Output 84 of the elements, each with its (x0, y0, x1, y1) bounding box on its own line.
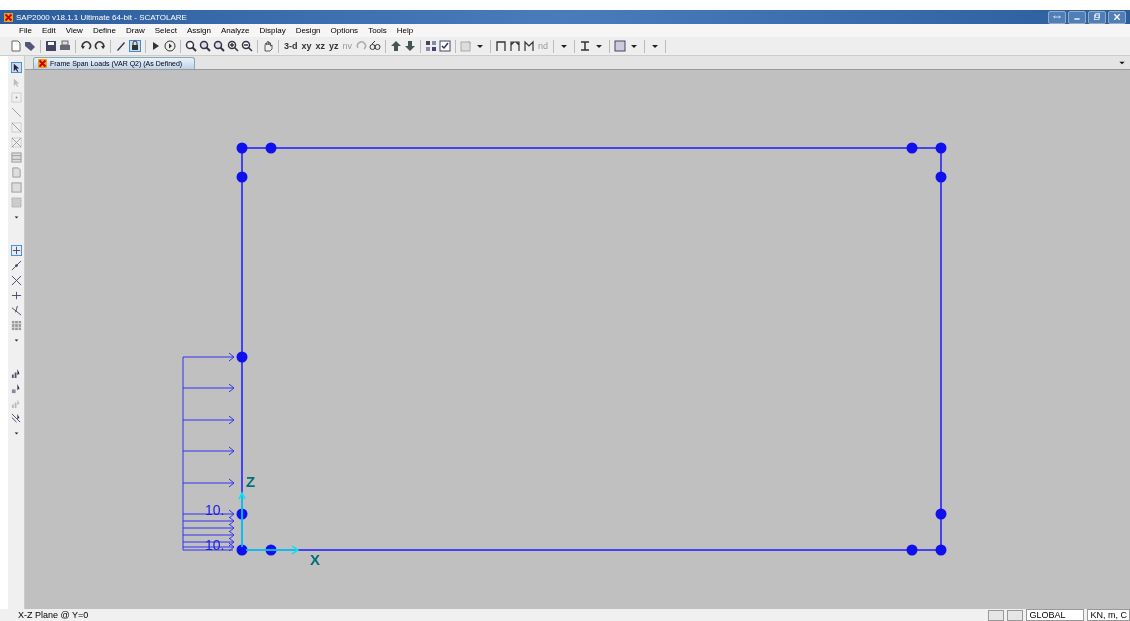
joint[interactable] (906, 142, 918, 154)
truss-frame-icon[interactable] (509, 40, 522, 52)
x-axis-arrow (245, 545, 300, 555)
joint[interactable] (935, 142, 947, 154)
menu-item[interactable]: Edit (36, 26, 61, 35)
glasses-icon[interactable] (369, 40, 382, 52)
dotted-box-icon[interactable] (10, 197, 22, 208)
i-beam-icon[interactable] (579, 40, 592, 52)
menu-item[interactable]: Display (254, 26, 291, 35)
axis-label: X (310, 551, 320, 568)
zoom-window-icon[interactable] (185, 40, 197, 52)
zoom-icon[interactable] (199, 40, 211, 52)
printer-icon[interactable] (59, 40, 71, 52)
load-value: 10. (205, 502, 225, 518)
angled-line-icon[interactable] (10, 305, 22, 316)
zoom-icon[interactable] (213, 40, 225, 52)
joint[interactable] (265, 142, 277, 154)
z-axis-arrow (238, 491, 246, 548)
slash-pointer-icon[interactable] (10, 413, 22, 424)
app-logo-icon (38, 59, 47, 68)
pencil-icon[interactable] (115, 40, 127, 52)
view-button[interactable]: xz (314, 41, 327, 51)
hand-icon[interactable] (262, 40, 274, 52)
section-cut-icon[interactable] (523, 40, 536, 52)
intersection-icon[interactable] (10, 275, 22, 286)
menu-item[interactable]: Tools (363, 26, 392, 35)
snap-joint-icon[interactable] (10, 245, 22, 256)
joint[interactable] (236, 142, 248, 154)
view-button[interactable]: yz (328, 41, 340, 51)
play-circle-icon[interactable] (164, 40, 176, 52)
minimize-button[interactable] (1068, 10, 1086, 24)
pointer-icon[interactable] (10, 62, 22, 73)
bar-pointer-icon[interactable] (10, 368, 22, 379)
menu-item[interactable]: Analyze (215, 26, 255, 35)
joint[interactable] (236, 171, 248, 183)
joint[interactable] (935, 171, 947, 183)
undo-icon[interactable] (80, 40, 92, 52)
menu-item[interactable]: Assign (181, 26, 216, 35)
checkbox-icon[interactable] (439, 40, 452, 52)
menu-item[interactable]: Help (391, 26, 419, 35)
view-button[interactable]: 3-d (283, 41, 299, 51)
arrow-down-icon[interactable] (404, 40, 417, 52)
load-value: 10. (205, 537, 225, 553)
window-title: SAP2000 v18.1.1 Ultimate 64-bit - SCATOLARE (16, 12, 187, 22)
close-icon[interactable] (1113, 13, 1121, 21)
lock-icon[interactable] (129, 40, 141, 52)
new-file-icon[interactable] (10, 40, 22, 52)
menu-item[interactable]: Design (290, 26, 326, 35)
close-button[interactable] (1108, 10, 1126, 24)
ps-pointer-icon[interactable] (10, 383, 22, 394)
resize-button[interactable] (1048, 10, 1066, 24)
joint[interactable] (265, 544, 277, 556)
menu-item[interactable]: Draw (121, 26, 150, 35)
joint[interactable] (935, 508, 947, 520)
frame-icon[interactable] (495, 40, 508, 52)
joint[interactable] (236, 544, 248, 556)
grid-icon[interactable] (425, 40, 438, 52)
arrow-up-icon[interactable] (390, 40, 403, 52)
axis-label: Z (246, 473, 256, 490)
save-icon[interactable] (45, 40, 57, 52)
joint[interactable] (906, 544, 918, 556)
menu-item[interactable]: Define (87, 26, 121, 35)
joint[interactable] (236, 351, 248, 363)
perpendicular-icon[interactable] (10, 290, 22, 301)
snap-line-icon[interactable] (10, 260, 22, 271)
joint[interactable] (236, 508, 248, 520)
menu-item[interactable]: File (14, 26, 37, 35)
menu-item[interactable]: Select (149, 26, 182, 35)
status-text: X-Z Plane @ Y=0 (18, 610, 89, 620)
menu-item[interactable]: Options (325, 26, 364, 35)
units-dropdown[interactable]: KN, m, C (1087, 609, 1130, 621)
display-box-icon[interactable] (614, 40, 627, 52)
zoom-out-icon[interactable] (241, 40, 253, 52)
zoom-in-icon[interactable] (227, 40, 239, 52)
coordinate-system-dropdown[interactable]: GLOBAL (1026, 609, 1085, 621)
maximize-button[interactable] (1088, 10, 1106, 24)
view-button[interactable]: xy (300, 41, 313, 51)
redo-icon[interactable] (94, 40, 106, 52)
resize-icon[interactable] (1053, 13, 1061, 21)
menu-item[interactable]: View (60, 26, 88, 35)
joint[interactable] (935, 544, 947, 556)
maximize-icon[interactable] (1093, 13, 1101, 21)
tag-icon[interactable] (24, 40, 36, 52)
app-logo-icon (4, 12, 13, 22)
